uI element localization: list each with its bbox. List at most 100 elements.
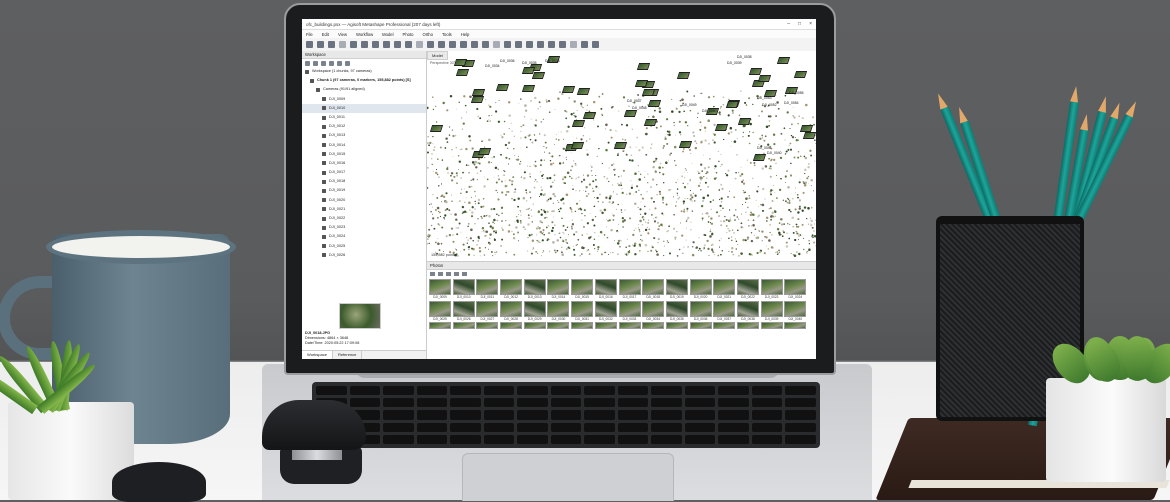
photo-thumbnail[interactable] xyxy=(476,322,499,329)
add-chunk-icon[interactable] xyxy=(305,60,310,66)
keyboard-key[interactable] xyxy=(751,398,783,408)
keyboard-key[interactable] xyxy=(416,410,448,420)
keyboard-key[interactable] xyxy=(684,434,716,444)
delete-icon[interactable] xyxy=(438,41,445,48)
photo-thumbnail[interactable] xyxy=(689,322,712,329)
photo-thumbnail[interactable]: DJI_0030 xyxy=(547,300,570,322)
keyboard-key[interactable] xyxy=(584,398,615,408)
camera-item[interactable]: DJI_0015 xyxy=(302,150,426,159)
camera-marker-icon[interactable] xyxy=(470,96,484,104)
photo-thumbnail[interactable]: DJI_0017 xyxy=(618,279,641,300)
keyboard-key[interactable] xyxy=(383,434,414,444)
keyboard-key[interactable] xyxy=(785,434,816,444)
camera-marker-icon[interactable] xyxy=(803,132,816,140)
menu-help[interactable]: Help xyxy=(461,32,470,37)
keyboard-key[interactable] xyxy=(785,398,816,408)
photo-thumbnail[interactable]: DJI_0028 xyxy=(500,300,523,322)
photo-thumbnail[interactable]: DJI_0031 xyxy=(571,300,594,322)
enable-icon[interactable] xyxy=(329,60,334,66)
navigation-icon[interactable] xyxy=(361,41,368,48)
rotate-icon[interactable] xyxy=(416,41,423,48)
model-icon[interactable] xyxy=(559,41,566,48)
zoom-in-icon[interactable] xyxy=(460,41,467,48)
photo-thumbnail[interactable] xyxy=(452,322,475,329)
new-icon[interactable] xyxy=(306,41,313,48)
camera-item[interactable]: DJI_0013 xyxy=(302,131,426,140)
keyboard-key[interactable] xyxy=(450,398,481,408)
menu-photo[interactable]: Photo xyxy=(403,32,414,37)
camera-marker-icon[interactable] xyxy=(636,63,651,71)
photo-thumbnail[interactable] xyxy=(784,322,807,329)
keyboard-key[interactable] xyxy=(617,386,649,396)
photo-thumbnail[interactable]: DJI_0021 xyxy=(713,279,736,300)
keyboard-key[interactable] xyxy=(450,434,481,444)
tab-reference[interactable]: Reference xyxy=(333,351,363,359)
photo-thumbnail[interactable]: DJI_0029 xyxy=(523,300,546,322)
photo-thumbnail[interactable]: DJI_0040 xyxy=(784,300,807,322)
view-icon[interactable] xyxy=(592,41,599,48)
keyboard-key[interactable] xyxy=(684,422,716,432)
photo-thumbnail[interactable]: DJI_0013 xyxy=(523,279,546,300)
keyboard-key[interactable] xyxy=(349,386,381,396)
camera-item[interactable]: DJI_0017 xyxy=(302,168,426,177)
photo-thumbnail[interactable] xyxy=(547,322,570,329)
keyboard-key[interactable] xyxy=(617,422,649,432)
circle-select-icon[interactable] xyxy=(394,41,401,48)
close-icon[interactable]: × xyxy=(809,21,812,27)
photo-thumbnail[interactable]: DJI_0023 xyxy=(760,279,783,300)
keyboard-key[interactable] xyxy=(651,410,682,420)
keyboard-key[interactable] xyxy=(416,434,448,444)
keyboard-key[interactable] xyxy=(584,434,615,444)
keyboard-key[interactable] xyxy=(517,434,548,444)
menu-tools[interactable]: Tools xyxy=(442,32,452,37)
photo-thumbnail[interactable] xyxy=(523,322,546,329)
photo-thumbnail[interactable] xyxy=(760,322,783,329)
save-icon[interactable] xyxy=(328,41,335,48)
rotate-object-icon[interactable] xyxy=(493,41,500,48)
keyboard-key[interactable] xyxy=(684,386,716,396)
crop-icon[interactable] xyxy=(449,41,456,48)
photo-thumbnail[interactable]: DJI_0020 xyxy=(689,279,712,300)
keyboard-key[interactable] xyxy=(483,422,515,432)
keyboard-key[interactable] xyxy=(316,386,347,396)
view-mode-icon[interactable] xyxy=(462,271,467,276)
photo-thumbnail[interactable]: DJI_0009 xyxy=(429,279,451,300)
photo-thumbnail[interactable]: DJI_0032 xyxy=(594,300,617,322)
photo-thumbnail[interactable] xyxy=(500,322,523,329)
cameras-group[interactable]: Cameras (91/91 aligned) xyxy=(302,85,426,94)
remove-icon[interactable] xyxy=(321,60,326,66)
menu-ortho[interactable]: Ortho xyxy=(422,32,432,37)
camera-marker-icon[interactable] xyxy=(477,148,491,156)
keyboard-key[interactable] xyxy=(416,422,448,432)
keyboard-key[interactable] xyxy=(450,422,481,432)
keyboard-key[interactable] xyxy=(483,434,515,444)
photo-thumbnail[interactable]: DJI_0024 xyxy=(784,279,807,300)
photo-thumbnail[interactable]: DJI_0027 xyxy=(476,300,499,322)
keyboard-key[interactable] xyxy=(550,434,582,444)
camera-item[interactable]: DJI_0011 xyxy=(302,113,426,122)
redo-icon[interactable] xyxy=(350,41,357,48)
keyboard-key[interactable] xyxy=(416,398,448,408)
keyboard-key[interactable] xyxy=(517,386,548,396)
photo-thumbnail[interactable]: DJI_0012 xyxy=(500,279,523,300)
photo-thumbnail[interactable]: DJI_0016 xyxy=(594,279,617,300)
keyboard-key[interactable] xyxy=(383,386,414,396)
camera-item[interactable]: DJI_0026 xyxy=(302,251,426,260)
keyboard-key[interactable] xyxy=(383,410,414,420)
photo-thumbnail[interactable]: DJI_0039 xyxy=(760,300,783,322)
keyboard-key[interactable] xyxy=(517,410,548,420)
photo-thumbnail[interactable]: DJI_0026 xyxy=(452,300,475,322)
keyboard-key[interactable] xyxy=(651,386,682,396)
camera-marker-icon[interactable] xyxy=(582,111,597,119)
remove-photo-icon[interactable] xyxy=(430,271,435,276)
camera-item[interactable]: DJI_0009 xyxy=(302,95,426,104)
camera-item[interactable]: DJI_0024 xyxy=(302,232,426,241)
camera-item[interactable]: DJI_0019 xyxy=(302,186,426,195)
keyboard-key[interactable] xyxy=(718,398,749,408)
move-object-icon[interactable] xyxy=(482,41,489,48)
camera-marker-icon[interactable] xyxy=(634,79,649,87)
add-photos-icon[interactable] xyxy=(313,60,318,66)
photo-thumbnail[interactable] xyxy=(429,322,451,329)
photo-thumbnail[interactable]: DJI_0011 xyxy=(476,279,499,300)
keyboard-key[interactable] xyxy=(651,434,682,444)
